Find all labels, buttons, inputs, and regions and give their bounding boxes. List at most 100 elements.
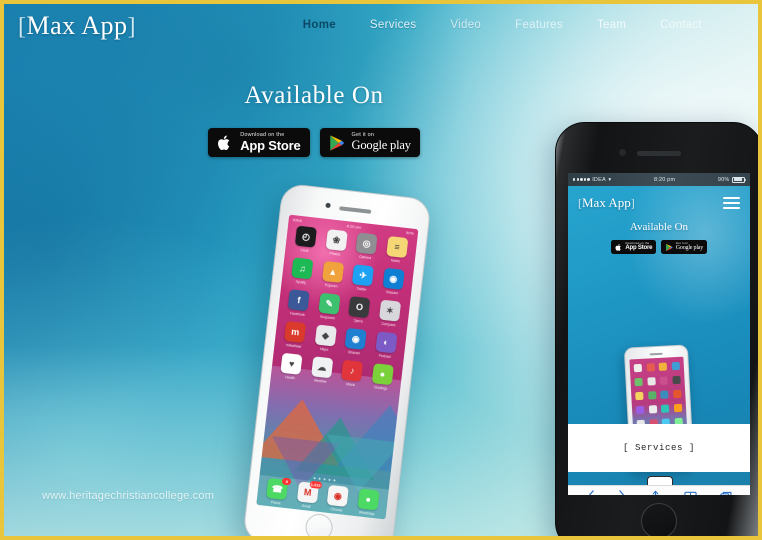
app-glyph: ✎ (318, 292, 341, 315)
nav-item-features[interactable]: Features (515, 19, 563, 31)
white-phone-battery: 90% (405, 229, 415, 236)
mini-app-icon (660, 390, 669, 399)
nav-item-services[interactable]: Services (370, 19, 417, 31)
dock-app-icon[interactable]: ● WhatsApp (357, 488, 380, 517)
app-glyph: ♥ (280, 352, 303, 375)
mobile-app-store-badge[interactable]: Download on the App Store (610, 240, 657, 254)
app-icon[interactable]: ♫ Spotify (287, 257, 317, 290)
app-label: mAadhaar (285, 342, 302, 349)
app-glyph: ◴ (295, 225, 318, 248)
mini-app-icon (658, 362, 668, 371)
home-button[interactable] (304, 512, 334, 536)
app-label: Snapseed (319, 314, 336, 320)
forward-icon[interactable] (618, 490, 627, 495)
app-icon[interactable]: ◎ Camera (351, 232, 381, 265)
app-label: Opera (353, 318, 363, 324)
app-icon[interactable]: ✈ Twitter (348, 264, 378, 297)
app-label: Maps (319, 346, 329, 352)
status-signal: IDEA ▾ (573, 177, 611, 183)
app-label: Notes (390, 257, 401, 263)
app-icon[interactable]: f Facebook (283, 289, 313, 322)
safari-toolbar (568, 485, 750, 495)
mini-app-icon (648, 405, 658, 414)
app-icon[interactable]: O Opera (344, 296, 374, 329)
app-icon[interactable]: ✶ Compass (374, 299, 404, 332)
services-label: [ Services ] (622, 443, 695, 453)
apple-icon (215, 132, 234, 153)
app-label: Podcast (378, 353, 391, 359)
app-icon[interactable]: ♪ Music (337, 359, 367, 392)
mini-app-icon (646, 363, 655, 372)
app-glyph: ♫ (291, 257, 314, 280)
white-iphone-screen: IDEA 8:20 pm 90% ◴ Clock ❀ Photos ◎ Camera ≡ No… (256, 214, 419, 520)
dock-app-label: Phone (270, 500, 281, 506)
share-icon[interactable] (650, 490, 661, 495)
nav-item-video[interactable]: Video (450, 19, 481, 31)
app-label: Health (285, 374, 296, 380)
app-icon[interactable]: ✎ Snapseed (314, 292, 344, 325)
dock-app-icon[interactable]: ◉ Chrome (326, 485, 350, 513)
mini-app-icon (636, 405, 645, 415)
nav-item-team[interactable]: Team (597, 19, 626, 31)
page-root: [Max App] Home Services Video Features T… (0, 0, 762, 540)
app-icon[interactable]: ◴ Clock (291, 225, 321, 258)
mini-app-icon (635, 391, 644, 401)
app-icon[interactable]: ☁ Weather (307, 356, 337, 389)
bookmarks-icon[interactable] (684, 491, 697, 495)
app-glyph: ◉ (382, 267, 405, 290)
app-icon[interactable]: ▲ Popcorn (317, 260, 347, 293)
mobile-google-play-badge[interactable]: Get it on Google play (661, 240, 708, 254)
app-glyph: ▲ (321, 260, 344, 283)
dock-app-icon[interactable]: ☎ 9 Phone (266, 477, 292, 506)
app-store-big-label: App Store (240, 137, 301, 153)
google-play-badge[interactable]: Get it on Google play (319, 128, 420, 157)
black-iphone-screen: IDEA ▾ 8:20 pm 90% [Max App] Available O… (568, 173, 750, 495)
store-badges: Download on the App Store Get it on Goog… (4, 128, 624, 157)
earpiece (339, 206, 372, 214)
app-label: Shazam (347, 349, 361, 356)
home-button-black[interactable] (641, 503, 677, 536)
mobile-logo[interactable]: [Max App] (578, 195, 635, 211)
app-icon[interactable]: ❀ Photos (321, 229, 351, 262)
mobile-google-play-text: Get it on Google play (676, 242, 703, 251)
mini-app-icon (634, 377, 644, 387)
mini-app-icon (647, 377, 656, 386)
front-camera-icon (325, 202, 331, 209)
mini-app-icon (647, 391, 657, 400)
app-glyph: ● (371, 363, 394, 386)
app-label: Duolingo (374, 384, 388, 391)
app-icon[interactable]: ≡ Notes (382, 235, 412, 269)
signal-dots-icon (573, 178, 590, 181)
nav-item-home[interactable]: Home (303, 19, 336, 31)
dock-app-icon[interactable]: M 1,319 Gmail (296, 480, 322, 510)
dock-app-glyph: ◉ (326, 485, 350, 508)
app-icon[interactable]: ◐ Podcast (371, 331, 401, 364)
app-icon[interactable]: ◆ Maps (310, 324, 340, 357)
app-icon[interactable]: ◉ Shazam (340, 327, 370, 361)
white-phone-time: 8:20 pm (346, 222, 362, 230)
app-store-text: Download on the App Store (240, 132, 301, 153)
hamburger-icon[interactable] (723, 196, 740, 210)
app-icon[interactable]: m mAadhaar (280, 320, 310, 354)
nav-item-contact[interactable]: Contact (660, 19, 702, 31)
dock-app-glyph: ● (357, 488, 380, 511)
app-store-badge[interactable]: Download on the App Store (208, 128, 310, 157)
hero-title: Available On (244, 82, 384, 109)
black-iphone-mockup: IDEA ▾ 8:20 pm 90% [Max App] Available O… (555, 122, 758, 536)
mobile-hero-title: Available On (629, 221, 689, 233)
app-label: Shazam (385, 289, 399, 295)
battery-icon (732, 176, 746, 183)
services-band: [ Services ] (568, 424, 750, 472)
bracket-right: ] (127, 14, 136, 40)
app-icon[interactable]: ● Duolingo (367, 363, 397, 396)
app-icon[interactable]: ♥ Health (276, 352, 306, 385)
app-glyph: ◉ (344, 327, 367, 351)
dock-app-label: Gmail (301, 503, 311, 509)
app-label: Twitter (356, 286, 367, 292)
back-icon[interactable] (586, 490, 595, 495)
tabs-icon[interactable] (720, 491, 732, 495)
black-iphone-body: IDEA ▾ 8:20 pm 90% [Max App] Available O… (555, 122, 758, 536)
app-icon[interactable]: ◉ Shazam (378, 267, 408, 300)
status-battery: 90% (718, 176, 746, 183)
site-logo[interactable]: [Max App] (18, 11, 136, 41)
